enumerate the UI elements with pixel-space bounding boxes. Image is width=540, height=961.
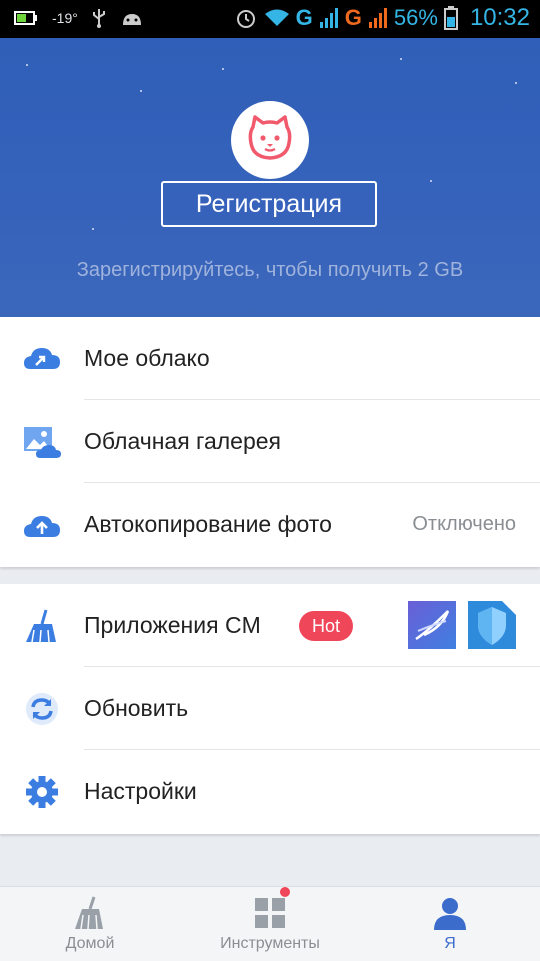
hot-badge: Hot: [299, 611, 353, 641]
wifi-icon: [264, 9, 289, 26]
list-item-label: Мое облако: [84, 345, 210, 371]
clock: 10:32: [469, 4, 530, 31]
settings-gear-icon: [26, 776, 58, 808]
cloud-backup-icon: [24, 516, 60, 537]
network-type-2: G: [344, 5, 362, 30]
list-item-settings[interactable]: Настройки: [0, 750, 540, 833]
tab-me[interactable]: Я: [360, 887, 540, 961]
status-bar: -19° G G 56% 10:32: [0, 0, 540, 38]
bottom-nav: Домой Инструменты Я: [0, 886, 540, 961]
tab-label: Инструменты: [220, 935, 320, 952]
signal-icon-2: [368, 8, 387, 28]
cloud-section: Мое облако Облачная галерея Автокопирова…: [0, 317, 540, 567]
signal-icon-1: [319, 8, 338, 28]
temperature-text: -19°: [52, 10, 78, 26]
network-type-1: G: [295, 5, 313, 30]
apps-section: Приложения CM Hot Обновить Настройки: [0, 584, 540, 834]
usb-icon: [92, 9, 105, 28]
register-subtitle: Зарегистрируйтесь, чтобы получить 2 GB: [76, 259, 464, 281]
profile-header: Регистрация Зарегистрируйтесь, чтобы пол…: [0, 38, 540, 317]
app-icon-feather[interactable]: [408, 601, 456, 649]
shield-icon: [478, 601, 516, 645]
cat-face-icon: [248, 115, 292, 160]
alarm-icon: [236, 10, 255, 28]
list-item-cloud-gallery[interactable]: Облачная галерея: [0, 400, 540, 483]
broom-icon: [26, 609, 56, 643]
list-item-my-cloud[interactable]: Мое облако: [0, 317, 540, 400]
broom-icon: [75, 896, 103, 930]
register-button[interactable]: Регистрация: [161, 181, 377, 227]
tab-home[interactable]: Домой: [0, 887, 180, 961]
auto-backup-status: Отключено: [412, 513, 516, 535]
list-item-cm-apps[interactable]: Приложения CM Hot: [0, 584, 540, 667]
list-item-label: Приложения CM: [84, 612, 261, 638]
list-item-update[interactable]: Обновить: [0, 667, 540, 750]
list-item-label: Облачная галерея: [84, 428, 281, 454]
refresh-icon: [26, 693, 58, 725]
grid-icon: [255, 898, 285, 928]
notification-dot: [280, 887, 290, 897]
tab-tools[interactable]: Инструменты: [180, 887, 360, 961]
person-icon: [434, 898, 466, 930]
cloud-upload-icon: [24, 348, 60, 369]
battery-percent: 56%: [393, 5, 438, 30]
list-item-label: Настройки: [84, 778, 197, 804]
android-icon: [122, 14, 141, 25]
list-item-label: Автокопирование фото: [84, 511, 332, 537]
list-item-auto-backup[interactable]: Автокопирование фото Отключено: [0, 483, 540, 566]
battery-icon: [443, 6, 458, 30]
feather-icon: [415, 610, 450, 641]
avatar[interactable]: [231, 101, 309, 179]
app-icon-security-lite[interactable]: [468, 601, 516, 649]
tab-label: Домой: [65, 935, 115, 952]
gallery-cloud-icon: [24, 427, 61, 458]
list-item-label: Обновить: [84, 695, 189, 721]
tab-label: Я: [444, 935, 456, 952]
battery-charging-icon: [14, 11, 37, 25]
